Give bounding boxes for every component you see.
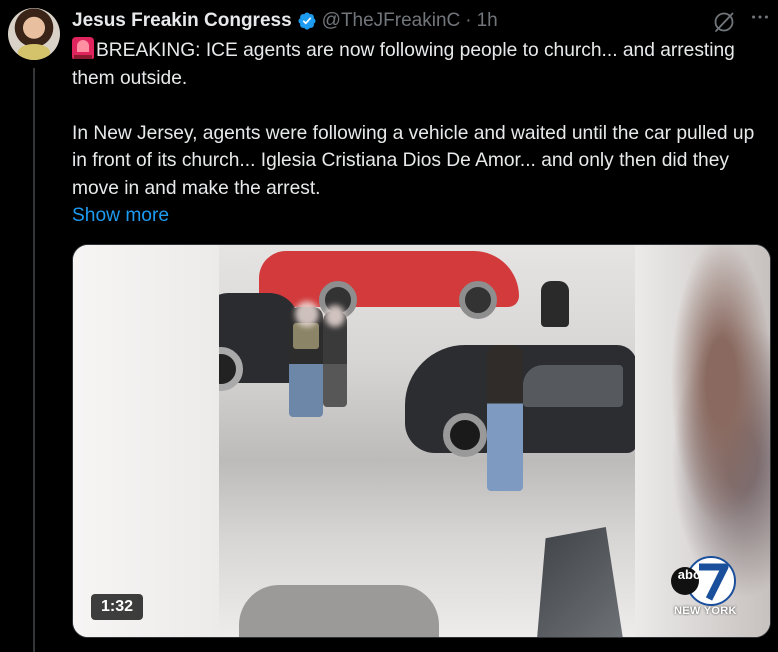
thread-line bbox=[33, 68, 35, 652]
verified-badge-icon[interactable] bbox=[297, 11, 317, 31]
siren-emoji-icon bbox=[72, 37, 94, 59]
post-paragraph-1: BREAKING: ICE agents are now following p… bbox=[72, 37, 762, 92]
video-player[interactable]: abc 7 NEW YORK 1:32 bbox=[72, 244, 771, 638]
abc-text: abc bbox=[677, 567, 701, 582]
video-blur-left bbox=[73, 245, 219, 637]
video-frame bbox=[219, 245, 635, 637]
grok-icon[interactable] bbox=[712, 10, 736, 34]
face-blur bbox=[325, 305, 345, 327]
bottom-car bbox=[239, 585, 439, 637]
station-city: NEW YORK bbox=[674, 605, 737, 617]
author-handle[interactable]: @TheJFreakinC bbox=[322, 10, 461, 32]
post-paragraph-2: In New Jersey, agents were following a v… bbox=[72, 122, 755, 199]
more-icon[interactable] bbox=[747, 6, 773, 32]
post-time[interactable]: 1h bbox=[477, 10, 498, 32]
show-more-link[interactable]: Show more bbox=[72, 202, 169, 230]
post-text-line1: BREAKING: ICE agents are now following p… bbox=[72, 40, 735, 89]
post-header: Jesus Freakin Congress @TheJFreakinC · 1… bbox=[72, 8, 498, 34]
agent-figure bbox=[541, 281, 569, 327]
post-text: BREAKING: ICE agents are now following p… bbox=[72, 37, 762, 230]
avatar[interactable] bbox=[8, 8, 60, 60]
agent-figure bbox=[487, 345, 523, 491]
separator-dot: · bbox=[465, 10, 472, 31]
video-duration: 1:32 bbox=[91, 594, 144, 620]
red-car bbox=[259, 251, 519, 319]
face-blur bbox=[295, 301, 319, 327]
author-name[interactable]: Jesus Freakin Congress bbox=[72, 10, 292, 32]
black-car-left bbox=[219, 293, 299, 391]
